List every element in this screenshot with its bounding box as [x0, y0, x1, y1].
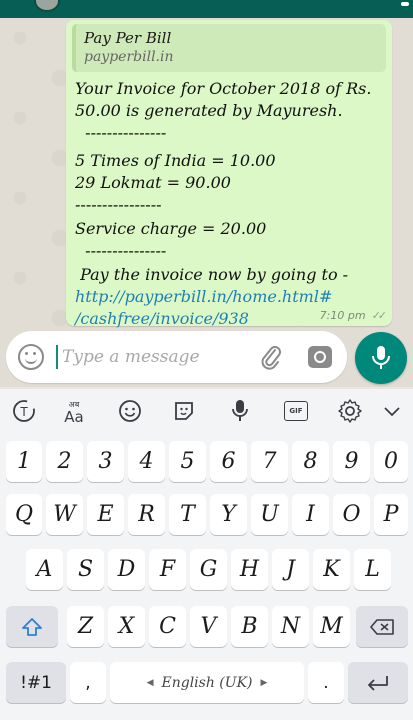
key-z[interactable]: Z	[67, 606, 104, 647]
shift-key[interactable]	[6, 606, 58, 647]
message-text: Your Invoice for October 2018 of Rs. 50.…	[75, 78, 387, 330]
gif-label: GIF	[289, 407, 303, 415]
key-6[interactable]: 6	[210, 441, 247, 482]
backspace-key[interactable]	[356, 606, 408, 647]
key-i[interactable]: I	[292, 494, 329, 535]
key-5[interactable]: 5	[169, 441, 206, 482]
key-m[interactable]: M	[313, 606, 350, 647]
message-time: 7:10 pm	[319, 309, 366, 322]
key-9[interactable]: 9	[333, 441, 370, 482]
contact-avatar[interactable]	[34, 0, 60, 12]
chat-header	[0, 0, 413, 18]
keyboard-toolbar: T अब Aa GIF	[0, 389, 413, 433]
key-p[interactable]: P	[374, 494, 408, 535]
message-input[interactable]	[62, 344, 242, 370]
key-t[interactable]: T	[169, 494, 206, 535]
message-line: Pay the invoice now by going to -	[75, 265, 349, 284]
key-l[interactable]: L	[354, 549, 391, 590]
key-w[interactable]: W	[46, 494, 83, 535]
svg-text:T: T	[19, 405, 28, 419]
read-receipt-icon: ✓✓	[371, 309, 388, 322]
key-y[interactable]: Y	[210, 494, 247, 535]
settings-gear-icon[interactable]	[332, 397, 368, 425]
key-s[interactable]: S	[67, 549, 104, 590]
outgoing-message-bubble[interactable]: Pay Per Bill payperbill.in Your Invoice …	[66, 20, 392, 328]
key-e[interactable]: E	[87, 494, 124, 535]
key-j[interactable]: J	[272, 549, 309, 590]
message-line: ---------------	[75, 123, 167, 142]
chevron-left-icon: ◀	[146, 677, 154, 688]
link-preview[interactable]: Pay Per Bill payperbill.in	[72, 24, 386, 72]
symbols-key[interactable]: !#1	[6, 662, 66, 703]
emoji-icon[interactable]	[18, 344, 44, 370]
key-q[interactable]: Q	[6, 494, 42, 535]
more-options-icon[interactable]	[401, 2, 409, 6]
message-meta: 7:10 pm ✓✓	[319, 309, 388, 322]
key-h[interactable]: H	[231, 549, 268, 590]
message-link[interactable]: http://payperbill.in/home.html#	[75, 286, 387, 308]
key-0[interactable]: 0	[374, 441, 408, 482]
key-d[interactable]: D	[108, 549, 145, 590]
key-f[interactable]: F	[149, 549, 186, 590]
microphone-icon	[372, 346, 390, 369]
shift-arrow-icon	[22, 617, 42, 636]
on-screen-keyboard: T अब Aa GIF 1 2 3 4 5 6 7 8 9 0 Q W E R …	[0, 389, 413, 720]
key-x[interactable]: X	[108, 606, 145, 647]
key-v[interactable]: V	[190, 606, 227, 647]
link-preview-domain: payperbill.in	[84, 49, 174, 65]
key-8[interactable]: 8	[292, 441, 329, 482]
attach-icon[interactable]	[260, 343, 282, 371]
emoji-keyboard-icon[interactable]	[112, 397, 148, 425]
message-line: 50.00 is generated by Mayuresh.	[75, 101, 343, 120]
handwriting-icon[interactable]: T	[6, 397, 42, 425]
key-7[interactable]: 7	[251, 441, 288, 482]
gif-button[interactable]: GIF	[278, 397, 314, 425]
key-o[interactable]: O	[333, 494, 370, 535]
message-line: 29 Lokmat = 90.00	[75, 173, 231, 192]
message-line: 5 Times of India = 10.00	[75, 151, 276, 170]
key-3[interactable]: 3	[87, 441, 124, 482]
text-cursor	[56, 345, 58, 369]
comma-key[interactable]: ,	[70, 662, 106, 703]
message-line: ----------------	[75, 195, 162, 214]
key-1[interactable]: 1	[6, 441, 42, 482]
message-line: Service charge = 20.00	[75, 219, 267, 238]
key-k[interactable]: K	[313, 549, 350, 590]
key-2[interactable]: 2	[46, 441, 83, 482]
chevron-down-icon[interactable]	[374, 397, 410, 425]
key-g[interactable]: G	[190, 549, 227, 590]
key-c[interactable]: C	[149, 606, 186, 647]
key-4[interactable]: 4	[128, 441, 165, 482]
voice-message-button[interactable]	[355, 332, 407, 384]
link-preview-title: Pay Per Bill	[84, 29, 172, 47]
message-composer	[6, 331, 347, 383]
message-line: ---------------	[75, 241, 167, 260]
sticker-icon[interactable]	[166, 397, 202, 425]
voice-input-icon[interactable]	[222, 397, 258, 425]
keyboard-language: English (UK)	[161, 674, 253, 691]
enter-key[interactable]	[348, 662, 408, 703]
camera-icon[interactable]	[308, 346, 332, 368]
key-n[interactable]: N	[272, 606, 309, 647]
language-switch-button[interactable]: अब Aa	[56, 397, 92, 425]
key-r[interactable]: R	[128, 494, 165, 535]
message-line: Your Invoice for October 2018 of Rs.	[75, 79, 372, 98]
space-bar-label: ◀ English (UK) ▶	[147, 675, 268, 691]
enter-icon	[368, 675, 388, 691]
key-b[interactable]: B	[231, 606, 268, 647]
space-bar[interactable]: ◀ English (UK) ▶	[110, 662, 304, 703]
backspace-icon	[370, 618, 394, 635]
period-key[interactable]: .	[308, 662, 344, 703]
chevron-right-icon: ▶	[260, 677, 268, 688]
language-latin-label: Aa	[64, 408, 84, 426]
conversation-area: Pay Per Bill payperbill.in Your Invoice …	[0, 18, 413, 387]
key-u[interactable]: U	[251, 494, 288, 535]
key-a[interactable]: A	[26, 549, 63, 590]
